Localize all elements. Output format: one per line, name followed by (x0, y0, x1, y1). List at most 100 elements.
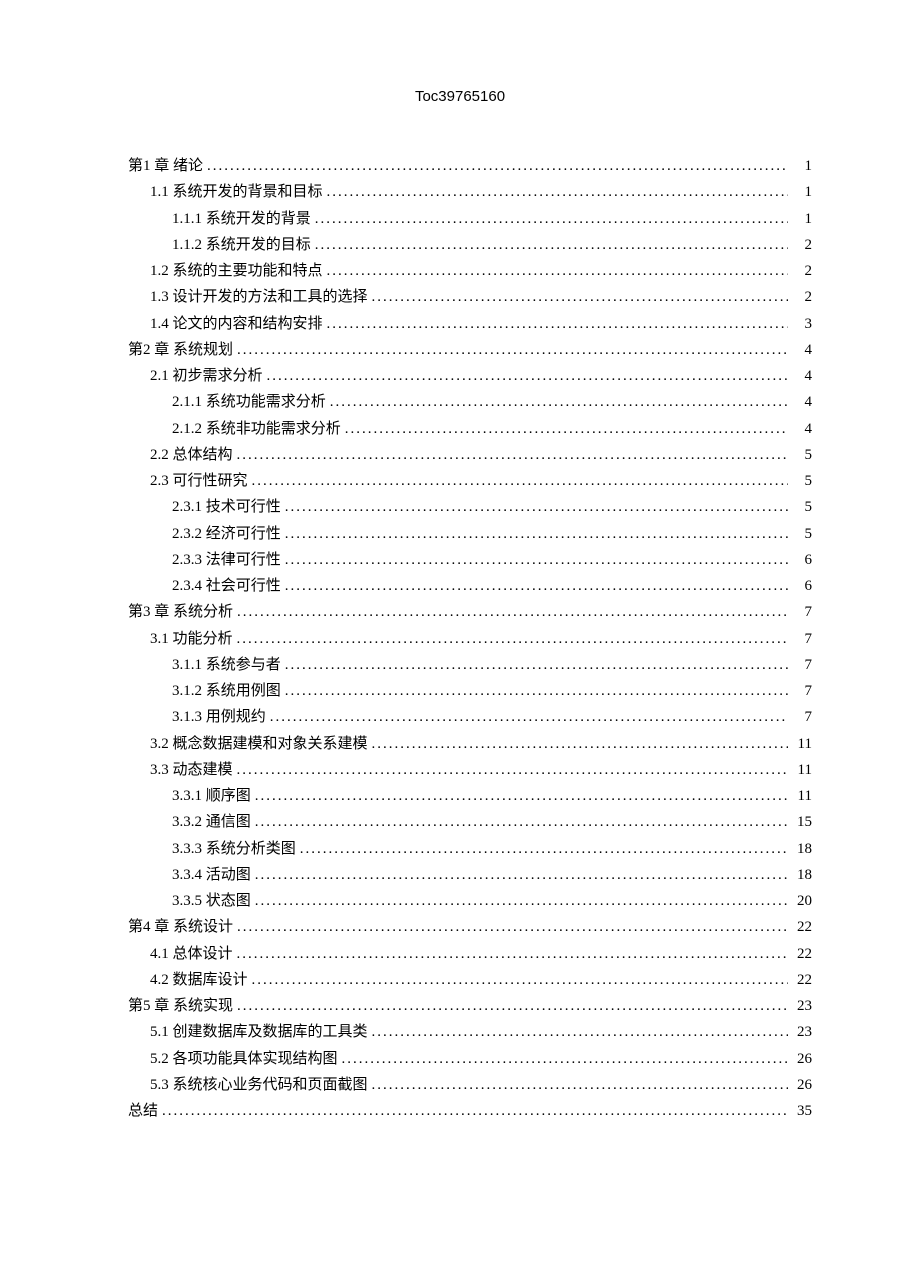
toc-entry-label: 1.3 设计开发的方法和工具的选择 (150, 284, 368, 310)
toc-entry: 3.2 概念数据建模和对象关系建模 11 (128, 731, 812, 757)
toc-dots (372, 284, 788, 310)
toc-dots (342, 1046, 788, 1072)
toc-entry: 2.3.3 法律可行性6 (128, 547, 812, 573)
toc-dots (267, 363, 788, 389)
toc-dots (285, 494, 788, 520)
toc-dots (237, 442, 788, 468)
toc-entry-label: 3.1 功能分析 (150, 626, 233, 652)
toc-entry-label: 1.1 系统开发的背景和目标 (150, 179, 323, 205)
toc-entry-label: 第1 章 绪论 (128, 153, 203, 179)
toc-entry-label: 第4 章 系统设计 (128, 914, 233, 940)
toc-dots (237, 757, 788, 783)
toc-entry-label: 3.3.2 通信图 (172, 809, 251, 835)
toc-entry-label: 3.1.1 系统参与者 (172, 652, 281, 678)
toc-entry-page: 22 (792, 967, 812, 993)
toc-entry-label: 2.1 初步需求分析 (150, 363, 263, 389)
toc-entry: 总结35 (128, 1098, 812, 1124)
toc-entry-page: 18 (792, 862, 812, 888)
toc-entry: 1.1.1 系统开发的背景 1 (128, 206, 812, 232)
toc-dots (315, 206, 788, 232)
toc-entry: 3.1.1 系统参与者 7 (128, 652, 812, 678)
toc-dots (327, 179, 788, 205)
toc-dots (237, 599, 788, 625)
toc-entry-page: 26 (792, 1072, 812, 1098)
toc-entry-page: 4 (792, 337, 812, 363)
toc-entry-page: 2 (792, 232, 812, 258)
toc-entry-page: 5 (792, 442, 812, 468)
toc-entry-page: 20 (792, 888, 812, 914)
toc-entry: 1.1.2 系统开发的目标 2 (128, 232, 812, 258)
toc-entry-label: 1.1.1 系统开发的背景 (172, 206, 311, 232)
toc-entry: 1.2 系统的主要功能和特点 2 (128, 258, 812, 284)
toc-entry-page: 5 (792, 468, 812, 494)
toc-entry-page: 7 (792, 652, 812, 678)
toc-entry-page: 7 (792, 599, 812, 625)
toc-entry: 1.4 论文的内容和结构安排 3 (128, 311, 812, 337)
toc-entry-page: 1 (792, 179, 812, 205)
toc-entry: 2.3 可行性研究 5 (128, 468, 812, 494)
page-header: Toc39765160 (0, 0, 920, 105)
toc-entry: 3.1.2 系统用例图 7 (128, 678, 812, 704)
toc-entry-label: 总结 (128, 1098, 158, 1124)
toc-dots (372, 731, 788, 757)
toc-entry-page: 11 (792, 731, 812, 757)
toc-entry: 2.1.2 系统非功能需求分析 4 (128, 416, 812, 442)
toc-entry: 3.3.3 系统分析类图 18 (128, 836, 812, 862)
toc-entry-page: 5 (792, 521, 812, 547)
toc-entry-label: 2.1.2 系统非功能需求分析 (172, 416, 341, 442)
toc-entry: 3.1 功能分析 7 (128, 626, 812, 652)
toc-entry-page: 22 (792, 914, 812, 940)
toc-dots (270, 704, 788, 730)
toc-entry-label: 2.3.1 技术可行性 (172, 494, 281, 520)
toc-entry-page: 7 (792, 626, 812, 652)
toc-entry-label: 2.3.4 社会可行性 (172, 573, 281, 599)
toc-entry-label: 3.3.5 状态图 (172, 888, 251, 914)
toc-dots (237, 337, 788, 363)
toc-entry-label: 3.3.4 活动图 (172, 862, 251, 888)
toc-entry: 第3 章 系统分析 7 (128, 599, 812, 625)
toc-entry-label: 2.3 可行性研究 (150, 468, 248, 494)
toc-entry: 5.1 创建数据库及数据库的工具类 23 (128, 1019, 812, 1045)
toc-dots (252, 967, 788, 993)
toc-entry-label: 第3 章 系统分析 (128, 599, 233, 625)
toc-entry-page: 7 (792, 678, 812, 704)
toc-dots (330, 389, 788, 415)
toc-entry-label: 2.3.3 法律可行性 (172, 547, 281, 573)
toc-entry-page: 11 (792, 783, 812, 809)
toc-dots (285, 678, 788, 704)
header-text: Toc39765160 (415, 88, 505, 105)
toc-entry: 3.3.4 活动图 18 (128, 862, 812, 888)
toc-dots (237, 626, 788, 652)
toc-dots (285, 652, 788, 678)
toc-entry-label: 3.3 动态建模 (150, 757, 233, 783)
toc-entry: 3.1.3 用例规约 7 (128, 704, 812, 730)
toc-entry-page: 4 (792, 416, 812, 442)
toc-entry-label: 2.1.1 系统功能需求分析 (172, 389, 326, 415)
toc-entry: 第5 章 系统实现23 (128, 993, 812, 1019)
toc-entry: 5.2 各项功能具体实现结构图 26 (128, 1046, 812, 1072)
toc-entry-label: 5.2 各项功能具体实现结构图 (150, 1046, 338, 1072)
toc-dots (315, 232, 788, 258)
toc-entry: 3.3 动态建模 11 (128, 757, 812, 783)
toc-entry-page: 23 (792, 993, 812, 1019)
toc-entry-page: 2 (792, 284, 812, 310)
toc-dots (327, 258, 788, 284)
toc-dots (255, 809, 788, 835)
toc-entry-page: 11 (792, 757, 812, 783)
toc-entry-page: 15 (792, 809, 812, 835)
toc-entry-label: 4.2 数据库设计 (150, 967, 248, 993)
toc-dots (372, 1072, 788, 1098)
toc-entry: 1.3 设计开发的方法和工具的选择 2 (128, 284, 812, 310)
toc-entry: 5.3 系统核心业务代码和页面截图 26 (128, 1072, 812, 1098)
toc-entry: 4.2 数据库设计 22 (128, 967, 812, 993)
toc-entry: 第4 章 系统设计 22 (128, 914, 812, 940)
toc-entry-page: 1 (792, 153, 812, 179)
toc-entry: 第2 章 系统规划4 (128, 337, 812, 363)
toc-entry: 2.2 总体结构 5 (128, 442, 812, 468)
toc-entry-label: 2.2 总体结构 (150, 442, 233, 468)
toc-entry: 2.1 初步需求分析 4 (128, 363, 812, 389)
toc-dots (207, 153, 788, 179)
toc-dots (237, 941, 788, 967)
toc-entry: 第1 章 绪论 1 (128, 153, 812, 179)
toc-dots (237, 993, 788, 1019)
